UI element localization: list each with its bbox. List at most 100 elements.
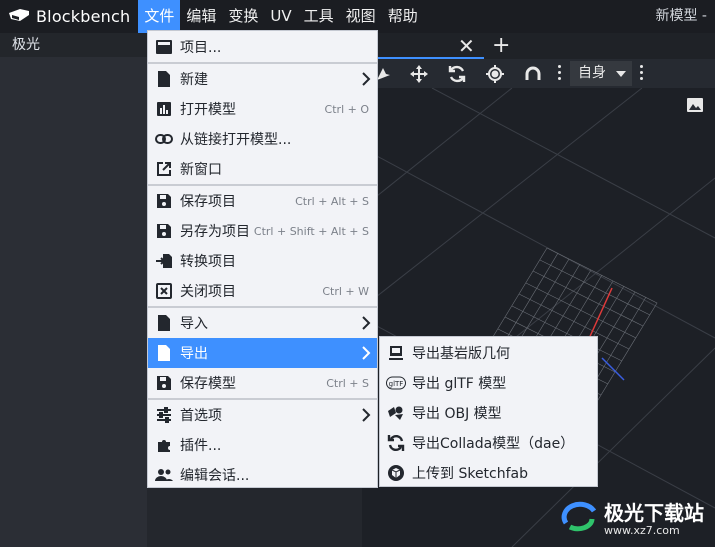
menu-view[interactable]: 视图 bbox=[340, 0, 382, 33]
menu-item-label: 关闭项目 bbox=[180, 284, 236, 300]
submenu-item-upload-sketchfab[interactable]: 上传到 Sketchfab bbox=[380, 458, 597, 488]
title-bar: Blockbench 文件 编辑 变换 UV 工具 视图 帮助 新模型 - bbox=[0, 0, 715, 33]
menu-transform[interactable]: 变换 bbox=[222, 0, 264, 33]
shortcut-label: Ctrl + O bbox=[324, 102, 369, 116]
bedrock-icon bbox=[386, 343, 406, 363]
shortcut-label: Ctrl + S bbox=[326, 376, 369, 390]
menu-item-import[interactable]: 导入 bbox=[148, 308, 377, 338]
save-icon bbox=[154, 373, 174, 393]
app-logo: Blockbench bbox=[0, 0, 138, 33]
menu-item-label: 保存项目 bbox=[180, 194, 236, 210]
chevron-down-icon bbox=[616, 71, 626, 77]
menu-item-open-from-link[interactable]: 从链接打开模型... bbox=[148, 124, 377, 154]
submenu-item-export-gltf[interactable]: glTF 导出 glTF 模型 bbox=[380, 368, 597, 398]
file-icon bbox=[154, 313, 174, 333]
watermark-text: 极光下载站 bbox=[604, 500, 704, 525]
project-icon bbox=[154, 37, 174, 57]
image-icon[interactable] bbox=[686, 97, 704, 113]
menu-item-label: 导入 bbox=[180, 316, 208, 332]
tab-bar: ✕ + bbox=[362, 33, 715, 59]
menu-item-label: 编辑会话... bbox=[180, 468, 250, 484]
export-submenu: 导出基岩版几何 glTF 导出 glTF 模型 导出 OBJ 模型 导出Coll… bbox=[379, 336, 598, 487]
new-tab-icon[interactable]: + bbox=[492, 33, 510, 58]
arrows-tool-icon[interactable] bbox=[408, 63, 430, 85]
refresh-icon bbox=[386, 433, 406, 453]
shortcut-label: Ctrl + Alt + S bbox=[295, 194, 369, 208]
shortcut-label: Ctrl + W bbox=[322, 284, 369, 298]
panel-header: 极光 bbox=[0, 33, 147, 57]
submenu-item-export-bedrock[interactable]: 导出基岩版几何 bbox=[380, 338, 597, 368]
menu-item-label: 从链接打开模型... bbox=[180, 132, 292, 148]
menu-item-open-model[interactable]: 打开模型 Ctrl + O bbox=[148, 94, 377, 124]
sketchfab-icon bbox=[386, 463, 406, 483]
menu-item-plugins[interactable]: 插件... bbox=[148, 430, 377, 460]
chevron-right-icon bbox=[361, 72, 371, 90]
menu-uv[interactable]: UV bbox=[264, 0, 297, 33]
svg-text:glTF: glTF bbox=[389, 380, 404, 388]
file-icon bbox=[154, 69, 174, 89]
menu-file[interactable]: 文件 bbox=[138, 0, 181, 33]
app-name: Blockbench bbox=[36, 7, 131, 26]
file-icon bbox=[154, 343, 174, 363]
menu-item-edit-session[interactable]: 编辑会话... bbox=[148, 460, 377, 490]
chevron-right-icon bbox=[361, 408, 371, 426]
menu-item-preferences[interactable]: 首选项 bbox=[148, 400, 377, 430]
rotate-tool-icon[interactable] bbox=[446, 63, 468, 85]
menu-item-label: 打开模型 bbox=[180, 102, 236, 118]
more-options-icon[interactable] bbox=[640, 65, 644, 82]
menu-item-label: 导出 bbox=[180, 346, 208, 362]
menu-item-new-window[interactable]: 新窗口 bbox=[148, 154, 377, 184]
close-tab-icon[interactable]: ✕ bbox=[458, 34, 475, 58]
save-icon bbox=[154, 221, 174, 241]
menu-item-label: 保存模型 bbox=[180, 376, 236, 392]
menu-edit[interactable]: 编辑 bbox=[180, 0, 222, 33]
menu-item-save-project[interactable]: 保存项目 Ctrl + Alt + S bbox=[148, 186, 377, 216]
left-panel: 极光 bbox=[0, 33, 147, 547]
people-icon bbox=[154, 465, 174, 485]
magnet-tool-icon[interactable] bbox=[522, 63, 544, 85]
menu-item-close-project[interactable]: 关闭项目 Ctrl + W bbox=[148, 276, 377, 306]
menu-item-export[interactable]: 导出 bbox=[148, 338, 377, 368]
submenu-item-label: 导出Collada模型（dae） bbox=[412, 436, 575, 452]
submenu-item-label: 导出 glTF 模型 bbox=[412, 376, 507, 392]
file-menu-dropdown: 项目... 新建 打开模型 Ctrl + O 从链接打开模型... 新窗口 保存… bbox=[147, 30, 378, 488]
watermark-url: www.xz7.com bbox=[604, 523, 680, 537]
menu-item-project[interactable]: 项目... bbox=[148, 32, 377, 62]
menu-tools[interactable]: 工具 bbox=[298, 0, 340, 33]
menu-item-label: 插件... bbox=[180, 438, 222, 454]
menu-item-save-model[interactable]: 保存模型 Ctrl + S bbox=[148, 368, 377, 398]
menu-item-label: 新建 bbox=[180, 72, 208, 88]
menu-item-save-project-as[interactable]: 另存为项目 Ctrl + Shift + Alt + S bbox=[148, 216, 377, 246]
menu-item-label: 新窗口 bbox=[180, 162, 222, 178]
gltf-icon: glTF bbox=[386, 373, 406, 393]
puzzle-icon bbox=[154, 435, 174, 455]
chart-icon bbox=[154, 99, 174, 119]
sliders-icon bbox=[154, 405, 174, 425]
menu-item-label: 项目... bbox=[180, 40, 222, 56]
menu-item-label: 转换项目 bbox=[180, 254, 236, 270]
watermark-logo-icon bbox=[560, 497, 600, 541]
submenu-item-label: 上传到 Sketchfab bbox=[412, 466, 529, 482]
shapes-icon bbox=[386, 403, 406, 423]
menu-item-convert-project[interactable]: 转换项目 bbox=[148, 246, 377, 276]
menu-item-label: 首选项 bbox=[180, 408, 222, 424]
open-new-icon bbox=[154, 159, 174, 179]
pivot-tool-icon[interactable] bbox=[484, 63, 506, 85]
blockbench-logo-icon bbox=[8, 7, 30, 27]
submenu-item-label: 导出 OBJ 模型 bbox=[412, 406, 502, 422]
menu-item-label: 另存为项目 bbox=[180, 224, 250, 240]
chevron-right-icon bbox=[361, 346, 371, 364]
transform-space-select[interactable]: 自身 bbox=[570, 61, 632, 86]
watermark: 极光下载站 www.xz7.com bbox=[560, 495, 710, 543]
submenu-item-label: 导出基岩版几何 bbox=[412, 346, 510, 362]
transform-space-value: 自身 bbox=[578, 65, 606, 81]
project-name: 新模型 - bbox=[655, 8, 707, 24]
submenu-item-export-collada[interactable]: 导出Collada模型（dae） bbox=[380, 428, 597, 458]
link-icon bbox=[154, 129, 174, 149]
submenu-item-export-obj[interactable]: 导出 OBJ 模型 bbox=[380, 398, 597, 428]
save-icon bbox=[154, 191, 174, 211]
more-options-icon[interactable] bbox=[558, 65, 562, 82]
menu-help[interactable]: 帮助 bbox=[382, 0, 424, 33]
menu-item-new[interactable]: 新建 bbox=[148, 64, 377, 94]
close-box-icon bbox=[154, 281, 174, 301]
